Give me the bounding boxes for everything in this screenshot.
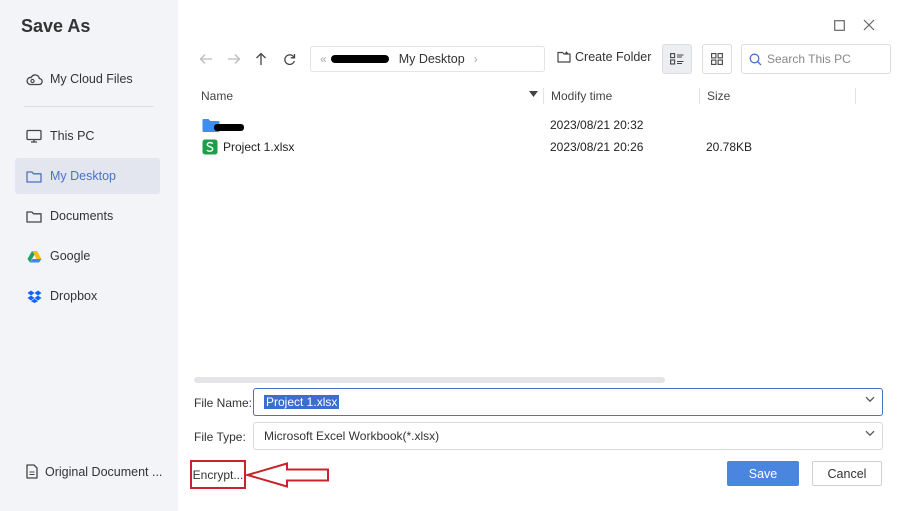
maximize-icon (833, 19, 845, 31)
arrow-left-icon (199, 54, 212, 64)
refresh-button[interactable] (279, 49, 299, 69)
chevrons-left-icon: « (320, 52, 327, 66)
file-row-spreadsheet[interactable]: Project 1.xlsx 2023/08/21 20:26 20.78KB (194, 137, 884, 157)
breadcrumb[interactable]: « My Desktop › (310, 46, 545, 72)
file-size: 20.78KB (706, 140, 753, 154)
google-drive-icon (25, 248, 43, 264)
file-modify-time: 2023/08/21 20:32 (550, 118, 644, 132)
file-type-select[interactable]: Microsoft Excel Workbook(*.xlsx) (253, 422, 883, 450)
sidebar-item-label: Documents (50, 209, 114, 223)
file-name-label: File Name: (194, 396, 253, 410)
column-divider[interactable] (855, 88, 856, 104)
sidebar-item-my-cloud-files[interactable]: My Cloud Files (15, 61, 160, 97)
list-view-icon (670, 53, 684, 65)
file-name-field[interactable]: Project 1.xlsx (253, 388, 883, 416)
list-view-button[interactable] (662, 44, 692, 74)
file-name: Project 1.xlsx (223, 140, 295, 154)
column-divider[interactable] (699, 88, 700, 104)
cancel-button[interactable]: Cancel (812, 461, 882, 486)
file-name-cell (202, 115, 244, 135)
up-button[interactable] (251, 49, 271, 69)
original-document-label: Original Document ... (45, 464, 163, 479)
column-header-name[interactable]: Name (201, 89, 233, 103)
sidebar-item-label: Google (50, 249, 91, 263)
file-modify-time: 2023/08/21 20:26 (550, 140, 644, 154)
spreadsheet-icon (202, 139, 218, 155)
arrow-up-icon (256, 52, 266, 65)
sidebar-item-label: Dropbox (50, 289, 98, 303)
column-divider[interactable] (543, 88, 544, 104)
sidebar-item-documents[interactable]: Documents (15, 198, 160, 234)
document-icon (25, 464, 39, 479)
sidebar-item-label: My Desktop (50, 169, 116, 183)
back-button[interactable] (196, 49, 216, 69)
sidebar-item-google[interactable]: Google (15, 238, 160, 274)
search-icon (749, 53, 762, 65)
file-type-selected: Microsoft Excel Workbook(*.xlsx) (264, 429, 440, 443)
folder-icon (25, 168, 43, 184)
create-folder-label: Create Folder (575, 50, 652, 64)
file-row-folder[interactable]: 2023/08/21 20:32 (194, 115, 884, 135)
original-document-link[interactable]: Original Document ... (25, 464, 162, 479)
search-input[interactable] (767, 52, 885, 66)
maximize-button[interactable] (830, 16, 848, 34)
redacted-folder-name (214, 124, 244, 131)
chevron-down-icon[interactable] (865, 396, 875, 403)
breadcrumb-current[interactable]: My Desktop (399, 52, 465, 66)
create-folder-button[interactable]: Create Folder (557, 50, 651, 64)
refresh-icon (283, 53, 295, 65)
chevron-right-icon: › (473, 52, 478, 66)
sidebar-item-this-pc[interactable]: This PC (15, 118, 160, 154)
create-folder-icon (557, 51, 571, 63)
grid-view-icon (711, 53, 723, 65)
file-type-label: File Type: (194, 430, 246, 444)
folder-icon (25, 208, 43, 224)
column-header-modify-time[interactable]: Modify time (551, 89, 612, 103)
sidebar-item-label: This PC (50, 129, 95, 143)
grid-view-button[interactable] (702, 44, 732, 74)
cloud-icon (25, 71, 43, 87)
arrow-right-icon (228, 54, 241, 64)
column-header-size[interactable]: Size (707, 89, 730, 103)
dropbox-icon (25, 288, 43, 304)
close-icon (863, 19, 875, 31)
sidebar-item-my-desktop[interactable]: My Desktop (15, 158, 160, 194)
file-name-input-value[interactable]: Project 1.xlsx (264, 395, 340, 409)
search-box[interactable] (741, 44, 891, 74)
dialog-title: Save As (21, 16, 91, 36)
sidebar: Save As My Cloud Files This PC My Deskto… (0, 0, 178, 511)
forward-button[interactable] (224, 49, 244, 69)
horizontal-scrollbar[interactable] (194, 377, 665, 383)
chevron-down-icon[interactable] (865, 430, 875, 437)
file-name-cell: Project 1.xlsx (202, 137, 294, 157)
redacted-path-segment (330, 55, 389, 63)
monitor-icon (25, 128, 43, 144)
encrypt-button[interactable]: Encrypt... (190, 460, 246, 489)
annotation-arrow-icon (246, 462, 329, 488)
close-button[interactable] (860, 16, 878, 34)
sidebar-item-label: My Cloud Files (50, 72, 133, 86)
sort-desc-icon[interactable] (529, 91, 538, 97)
sidebar-item-dropbox[interactable]: Dropbox (15, 278, 160, 314)
sidebar-divider (24, 106, 154, 107)
save-button[interactable]: Save (727, 461, 799, 486)
